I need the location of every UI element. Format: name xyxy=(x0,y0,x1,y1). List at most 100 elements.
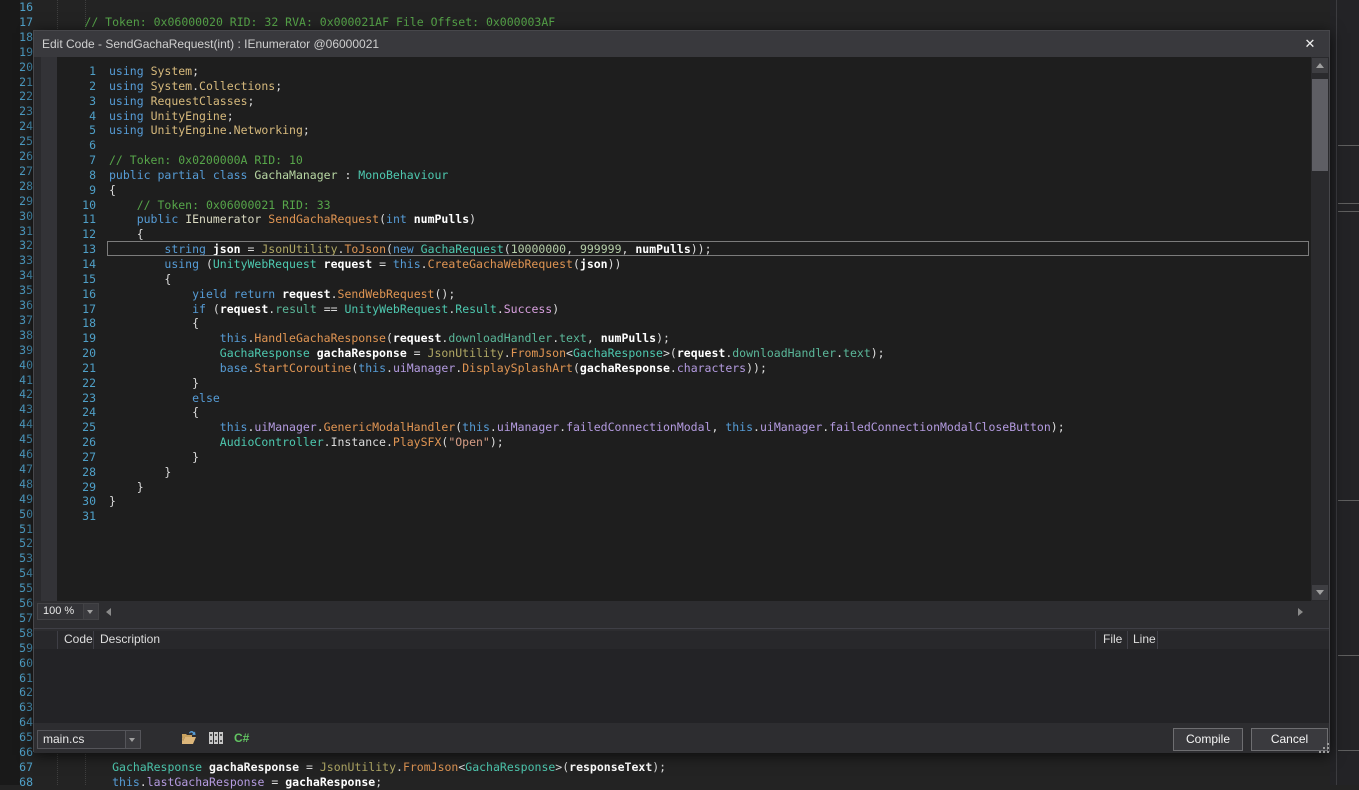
resize-grip[interactable] xyxy=(1317,741,1330,754)
file-select[interactable]: main.cs xyxy=(37,730,141,749)
line-number: 11 xyxy=(57,212,96,227)
code-line[interactable]: 25 this.uiManager.GenericModalHandler(th… xyxy=(34,420,1329,435)
scroll-up-button[interactable] xyxy=(1312,58,1328,73)
code-line[interactable]: 11 public IEnumerator SendGachaRequest(i… xyxy=(34,212,1329,227)
dialog-titlebar[interactable]: Edit Code - SendGachaRequest(int) : IEnu… xyxy=(34,31,1329,57)
column-line[interactable]: Line xyxy=(1128,631,1158,649)
code-line[interactable]: 10 // Token: 0x06000021 RID: 33 xyxy=(34,198,1329,213)
code-line[interactable]: 15 { xyxy=(34,272,1329,287)
code-line[interactable]: 26 AudioController.Instance.PlaySFX("Ope… xyxy=(34,435,1329,450)
column-file[interactable]: File xyxy=(1096,631,1128,649)
code-line[interactable]: 12 { xyxy=(34,227,1329,242)
zoom-dropdown-button[interactable] xyxy=(83,604,98,619)
line-number: 31 xyxy=(57,509,96,524)
line-number: 12 xyxy=(57,227,96,242)
scroll-marker xyxy=(1338,655,1359,656)
code-line[interactable]: 27 } xyxy=(34,450,1329,465)
errors-grid-header: Code Description File Line xyxy=(34,631,1329,649)
code-line[interactable]: GachaResponse gachaResponse = JsonUtilit… xyxy=(29,760,666,775)
code-line[interactable]: 3using RequestClasses; xyxy=(34,94,1329,109)
column-description[interactable]: Description xyxy=(94,631,1096,649)
line-number: 30 xyxy=(57,494,96,509)
code-line[interactable]: 29 } xyxy=(34,480,1329,495)
editor-bottom-bar: 100 % xyxy=(34,601,1329,623)
scroll-marker xyxy=(1338,500,1359,501)
line-number: 9 xyxy=(57,183,96,198)
csharp-icon[interactable]: C# xyxy=(234,729,252,747)
code-editor[interactable]: 1using System;2using System.Collections;… xyxy=(34,57,1329,601)
line-number: 7 xyxy=(57,153,96,168)
errors-grid-body[interactable] xyxy=(34,649,1329,723)
code-line[interactable]: 22 } xyxy=(34,376,1329,391)
scroll-marker xyxy=(1338,750,1359,751)
code-line[interactable]: // Token: 0x06000020 RID: 32 RVA: 0x0000… xyxy=(29,15,555,30)
code-line[interactable]: 20 GachaResponse gachaResponse = JsonUti… xyxy=(34,346,1329,361)
line-number: 20 xyxy=(57,346,96,361)
scroll-right-button[interactable] xyxy=(1298,608,1303,616)
column-icon[interactable] xyxy=(37,631,58,649)
line-number: 2 xyxy=(57,79,96,94)
folder-open-icon[interactable] xyxy=(180,729,198,747)
vertical-scrollbar[interactable] xyxy=(1311,57,1329,601)
line-number: 10 xyxy=(57,198,96,213)
scrollbar-thumb[interactable] xyxy=(1312,79,1328,171)
line-number: 25 xyxy=(57,420,96,435)
edit-code-dialog: Edit Code - SendGachaRequest(int) : IEnu… xyxy=(33,30,1330,752)
file-select-value: main.cs xyxy=(38,731,125,748)
code-line[interactable]: 23 else xyxy=(34,391,1329,406)
code-line[interactable]: 2using System.Collections; xyxy=(34,79,1329,94)
line-number: 5 xyxy=(57,123,96,138)
code-line[interactable]: 8public partial class GachaManager : Mon… xyxy=(34,168,1329,183)
assembly-references-icon[interactable] xyxy=(207,729,225,747)
line-number: 23 xyxy=(57,391,96,406)
line-number: 6 xyxy=(57,138,96,153)
line-number: 16 xyxy=(57,287,96,302)
current-line-highlight xyxy=(107,241,1309,256)
code-line[interactable]: 18 { xyxy=(34,316,1329,331)
code-line[interactable]: 16 yield return request.SendWebRequest()… xyxy=(34,287,1329,302)
line-number: 1 xyxy=(57,64,96,79)
line-number: 28 xyxy=(57,465,96,480)
code-line[interactable]: 4using UnityEngine; xyxy=(34,109,1329,124)
code-line[interactable]: 17 if (request.result == UnityWebRequest… xyxy=(34,302,1329,317)
code-line[interactable]: 24 { xyxy=(34,405,1329,420)
code-line[interactable]: 9{ xyxy=(34,183,1329,198)
line-number: 14 xyxy=(57,257,96,272)
code-line[interactable]: this.lastGachaResponse = gachaResponse; xyxy=(29,775,382,790)
background-scrollbar-panel[interactable] xyxy=(1330,0,1359,785)
column-code[interactable]: Code xyxy=(58,631,94,649)
scroll-left-button[interactable] xyxy=(106,608,111,616)
down-arrow-icon xyxy=(1316,590,1324,595)
code-line[interactable]: 21 base.StartCoroutine(this.uiManager.Di… xyxy=(34,361,1329,376)
code-line[interactable]: 30} xyxy=(34,494,1329,509)
compile-button[interactable]: Compile xyxy=(1173,728,1243,751)
close-icon[interactable]: ✕ xyxy=(1297,31,1323,57)
dialog-title: Edit Code - SendGachaRequest(int) : IEnu… xyxy=(42,37,379,51)
code-line[interactable]: 1using System; xyxy=(34,64,1329,79)
panel-divider xyxy=(1336,0,1337,785)
zoom-level-select[interactable]: 100 % xyxy=(37,603,99,620)
line-number: 13 xyxy=(57,242,96,257)
line-number: 3 xyxy=(57,94,96,109)
line-number: 15 xyxy=(57,272,96,287)
file-dropdown-button[interactable] xyxy=(125,731,140,748)
scroll-marker xyxy=(1338,145,1359,146)
code-line[interactable]: 7// Token: 0x0200000A RID: 10 xyxy=(34,153,1329,168)
line-number: 22 xyxy=(57,376,96,391)
code-lines[interactable]: 1using System;2using System.Collections;… xyxy=(34,64,1329,524)
chevron-down-icon xyxy=(129,738,135,742)
chevron-down-icon xyxy=(87,610,93,614)
code-line[interactable]: 6 xyxy=(34,138,1329,153)
line-number: 26 xyxy=(57,435,96,450)
code-line[interactable]: 28 } xyxy=(34,465,1329,480)
code-line[interactable]: 14 using (UnityWebRequest request = this… xyxy=(34,257,1329,272)
line-number: 29 xyxy=(57,480,96,495)
code-line[interactable]: 19 this.HandleGachaResponse(request.down… xyxy=(34,331,1329,346)
line-number: 19 xyxy=(57,331,96,346)
up-arrow-icon xyxy=(1316,63,1324,68)
code-line[interactable]: 5using UnityEngine.Networking; xyxy=(34,123,1329,138)
line-number: 24 xyxy=(57,405,96,420)
line-number: 4 xyxy=(57,109,96,124)
scroll-down-button[interactable] xyxy=(1312,585,1328,600)
code-line[interactable]: 31 xyxy=(34,509,1329,524)
